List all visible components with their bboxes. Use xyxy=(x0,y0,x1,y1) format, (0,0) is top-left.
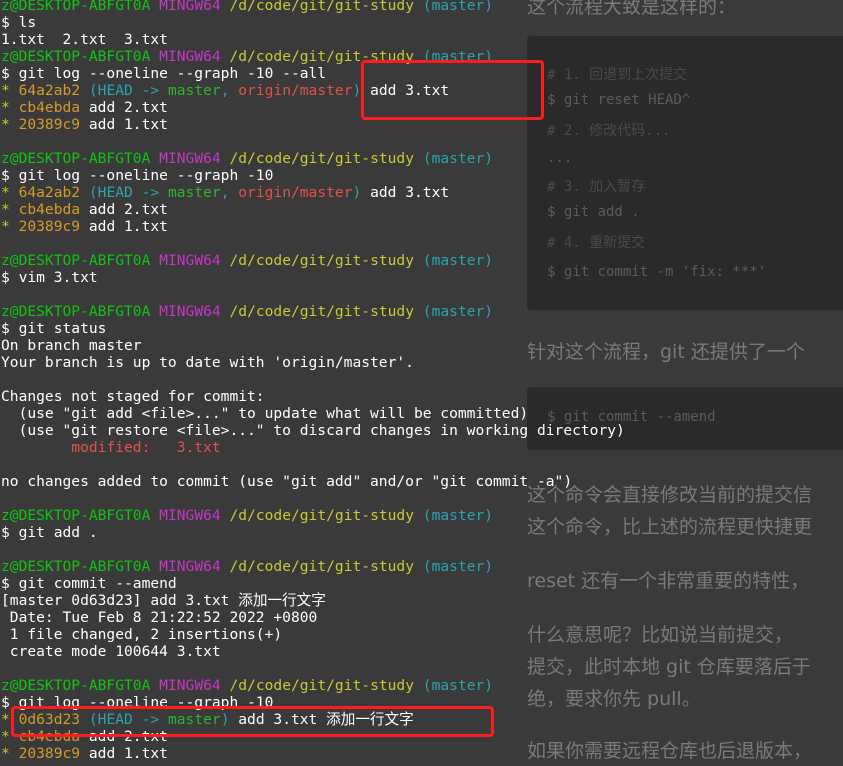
output-line: (use "git restore <file>..." to discard … xyxy=(1,422,625,439)
prompt-line: z@DESKTOP-ABFGT0A MINGW64 /d/code/git/gi… xyxy=(1,252,493,269)
output-line: Your branch is up to date with 'origin/m… xyxy=(1,354,414,371)
output-line: no changes added to commit (use "git add… xyxy=(1,473,572,490)
log-line: * cb4ebda add 2.txt xyxy=(1,99,168,116)
command-line: $ git status xyxy=(1,320,106,337)
command-line: $ git commit --amend xyxy=(1,575,177,592)
command-line: $ git log --oneline --graph -10 xyxy=(1,167,273,184)
highlight-box xyxy=(361,60,544,120)
log-line: * 20389c9 add 1.txt xyxy=(1,116,168,133)
log-line: * 64a2ab2 (HEAD -> master, origin/master… xyxy=(1,184,449,201)
output-line: Changes not staged for commit: xyxy=(1,388,265,405)
output-line: (use "git add <file>..." to update what … xyxy=(1,405,528,422)
prompt-line: z@DESKTOP-ABFGT0A MINGW64 /d/code/git/gi… xyxy=(1,0,493,14)
prompt-line: z@DESKTOP-ABFGT0A MINGW64 /d/code/git/gi… xyxy=(1,558,493,575)
log-line: * 20389c9 add 1.txt xyxy=(1,745,168,762)
output-line: [master 0d63d23] add 3.txt 添加一行文字 xyxy=(1,592,326,609)
output-line: Date: Tue Feb 8 21:22:52 2022 +0800 xyxy=(1,609,317,626)
highlight-box xyxy=(11,706,494,737)
log-line: * 20389c9 add 1.txt xyxy=(1,218,168,235)
command-line: $ vim 3.txt xyxy=(1,269,98,286)
log-line: * cb4ebda add 2.txt xyxy=(1,201,168,218)
output-line: 1.txt 2.txt 3.txt xyxy=(1,31,168,48)
modified-line: modified: 3.txt xyxy=(1,439,221,456)
prompt-line: z@DESKTOP-ABFGT0A MINGW64 /d/code/git/gi… xyxy=(1,303,493,320)
output-line: create mode 100644 3.txt xyxy=(1,643,221,660)
prompt-line: z@DESKTOP-ABFGT0A MINGW64 /d/code/git/gi… xyxy=(1,150,493,167)
command-line: $ ls xyxy=(1,14,36,31)
prompt-line: z@DESKTOP-ABFGT0A MINGW64 /d/code/git/gi… xyxy=(1,677,493,694)
command-line: $ git add . xyxy=(1,524,98,541)
prompt-line: z@DESKTOP-ABFGT0A MINGW64 /d/code/git/gi… xyxy=(1,507,493,524)
command-line: $ git log --oneline --graph -10 --all xyxy=(1,65,326,82)
output-line: On branch master xyxy=(1,337,142,354)
output-line: 1 file changed, 2 insertions(+) xyxy=(1,626,282,643)
